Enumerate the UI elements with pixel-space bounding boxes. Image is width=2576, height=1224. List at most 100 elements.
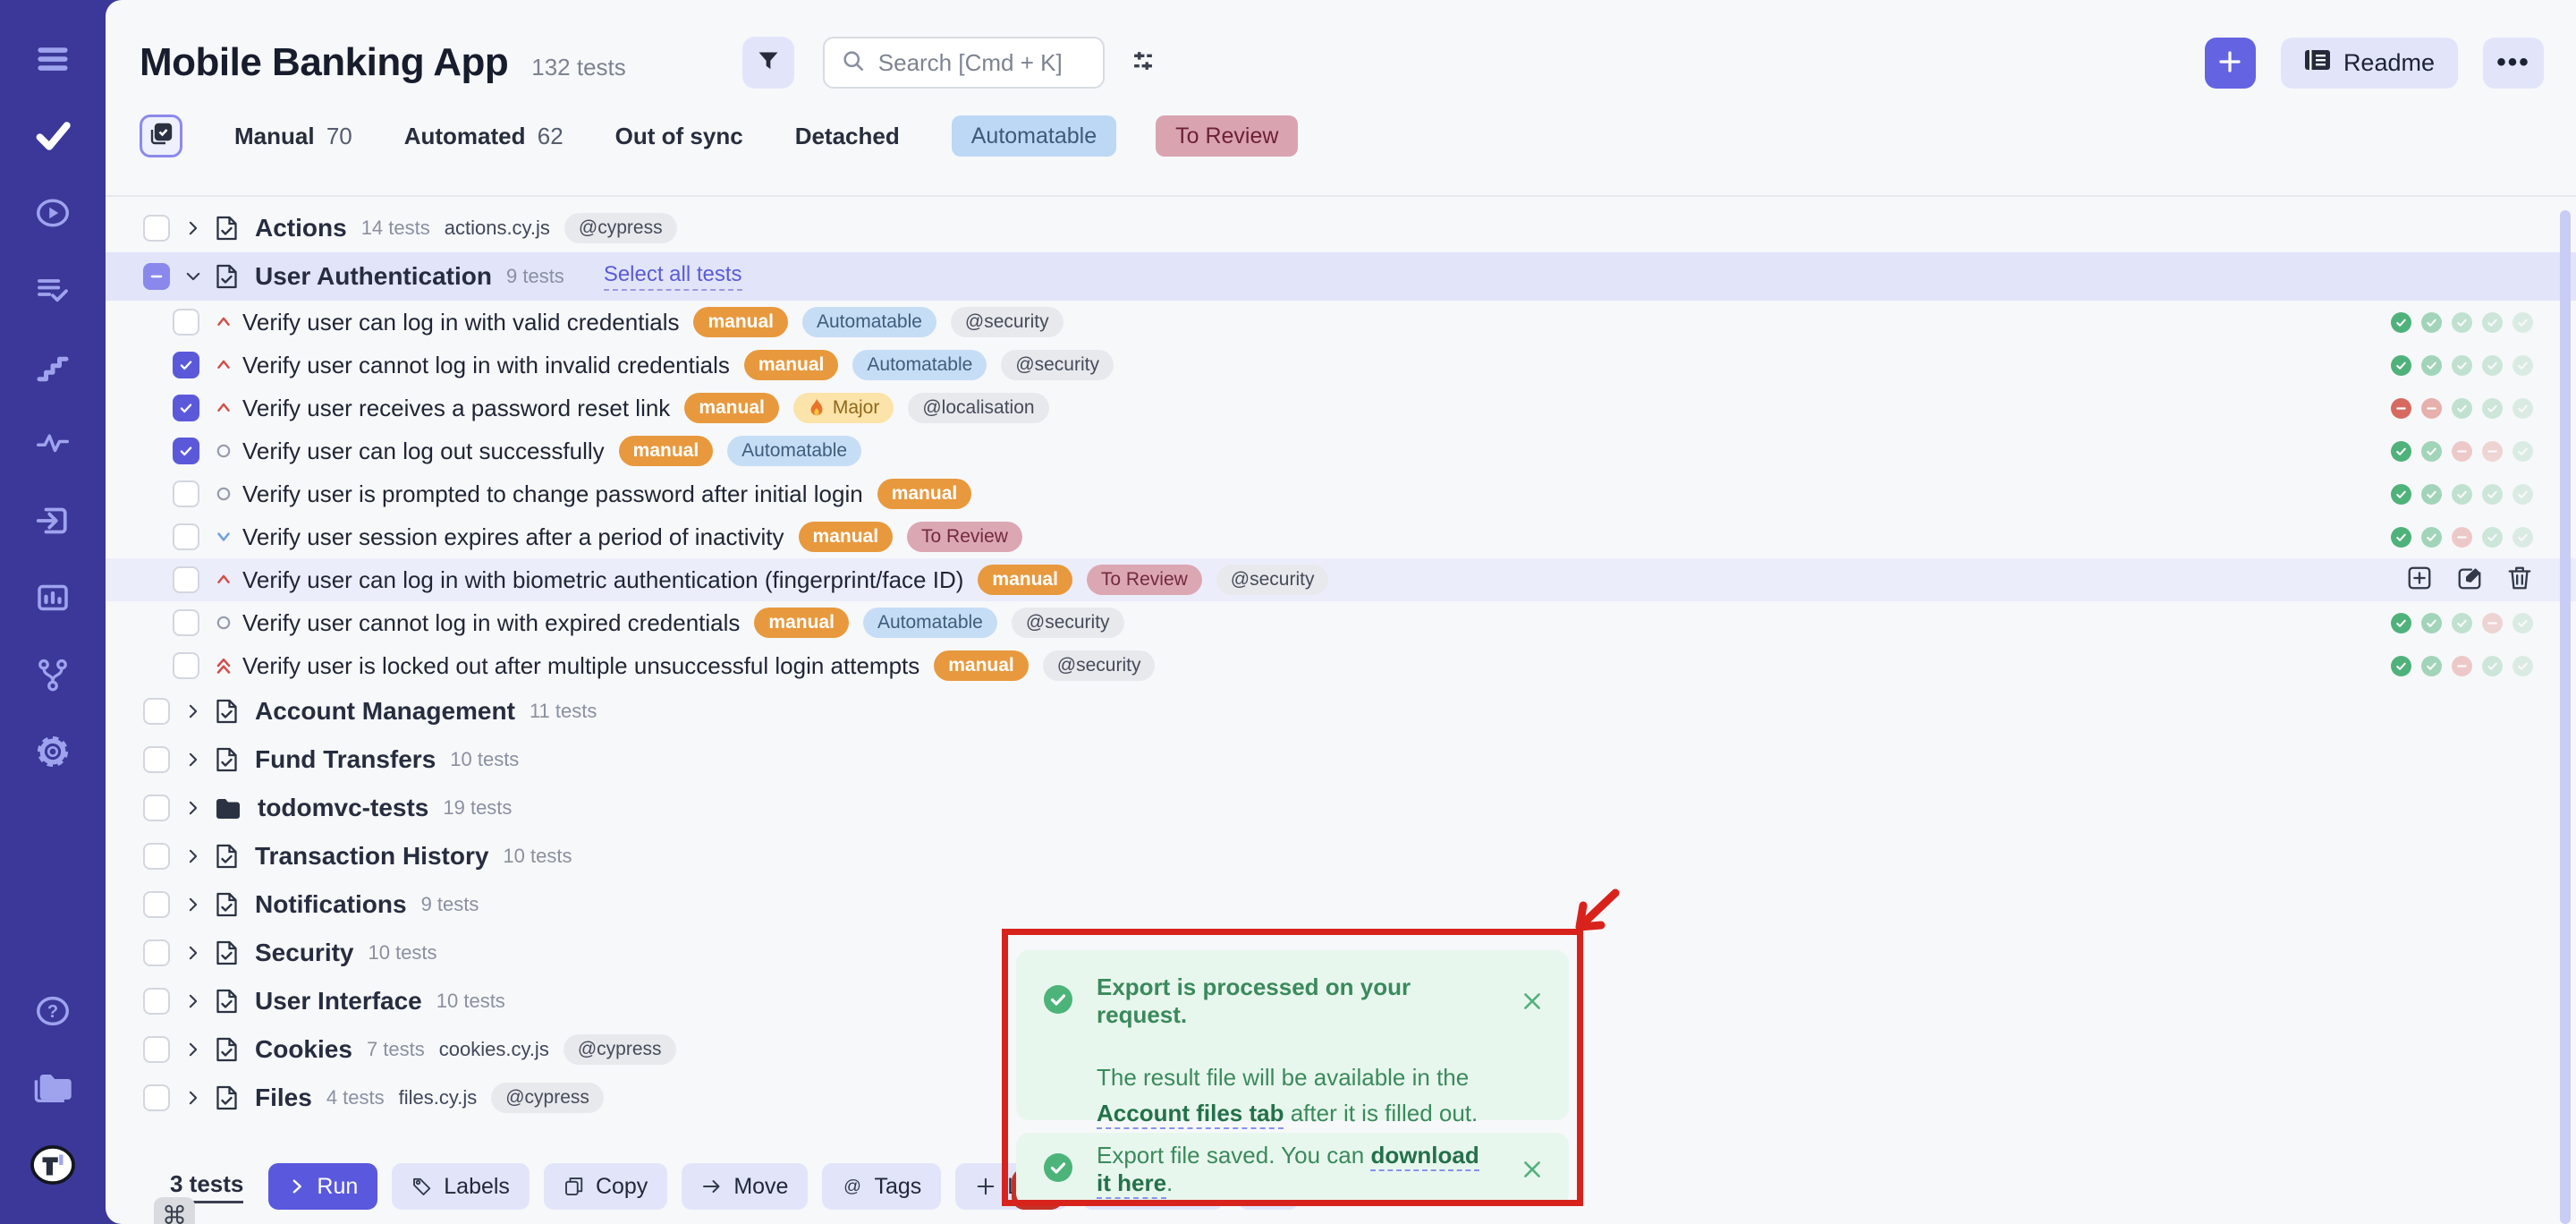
row-checkbox[interactable] <box>173 566 199 593</box>
chevron-right-icon[interactable] <box>184 992 202 1010</box>
move-button[interactable]: Move <box>682 1163 808 1210</box>
run-button[interactable]: Run <box>268 1163 377 1210</box>
row-checkbox[interactable] <box>173 523 199 550</box>
chevron-right-icon[interactable] <box>184 1041 202 1058</box>
sidebar-item-help[interactable]: ? <box>24 984 81 1038</box>
sidebar-item-test-cases[interactable] <box>24 109 81 163</box>
filter-button[interactable] <box>742 37 794 89</box>
filter-pill-review[interactable]: To Review <box>1156 115 1298 157</box>
suite-name[interactable]: todomvc-tests <box>258 794 428 822</box>
row-checkbox[interactable] <box>143 843 170 870</box>
row-checkbox[interactable] <box>173 309 199 336</box>
row-checkbox[interactable] <box>173 395 199 421</box>
row-checkbox[interactable] <box>143 746 170 773</box>
row-checkbox[interactable] <box>173 438 199 464</box>
tab-automated[interactable]: Automated 62 <box>404 123 564 149</box>
suite-row[interactable]: Fund Transfers10 tests <box>106 735 2576 784</box>
sidebar-item-reports[interactable] <box>24 571 81 625</box>
suite-name[interactable]: Transaction History <box>255 842 488 871</box>
suite-name[interactable]: User Authentication <box>255 262 492 291</box>
sidebar-item-menu[interactable] <box>24 32 81 86</box>
suite-row[interactable]: Transaction History10 tests <box>106 832 2576 880</box>
row-checkbox[interactable] <box>173 652 199 679</box>
readme-button[interactable]: Readme <box>2281 38 2458 89</box>
tab-manual[interactable]: Manual 70 <box>234 123 352 149</box>
suite-name[interactable]: Actions <box>255 214 347 242</box>
suite-row[interactable]: User Authentication9 testsSelect all tes… <box>106 252 2576 301</box>
test-row[interactable]: Verify user cannot log in with invalid c… <box>106 344 2576 387</box>
row-checkbox[interactable] <box>143 263 170 290</box>
test-title[interactable]: Verify user can log out successfully <box>242 438 605 465</box>
sliders-icon[interactable] <box>1128 46 1158 81</box>
account-files-tab-link[interactable]: Account files tab <box>1097 1100 1284 1129</box>
sidebar-item-test-runs[interactable] <box>24 186 81 240</box>
suite-name[interactable]: User Interface <box>255 987 422 1016</box>
suite-row[interactable]: Notifications9 tests <box>106 880 2576 929</box>
suite-name[interactable]: Cookies <box>255 1035 352 1064</box>
chevron-right-icon[interactable] <box>184 944 202 962</box>
test-title[interactable]: Verify user is locked out after multiple… <box>242 652 919 680</box>
tab-detached[interactable]: Detached <box>795 123 900 149</box>
delete-icon[interactable] <box>2506 565 2533 596</box>
select-all-tests-link[interactable]: Select all tests <box>604 262 742 291</box>
suite-name[interactable]: Files <box>255 1084 312 1112</box>
add-result-icon[interactable] <box>2406 565 2433 596</box>
add-button[interactable] <box>2205 38 2256 89</box>
row-checkbox[interactable] <box>173 480 199 507</box>
header-more-button[interactable]: ••• <box>2483 38 2544 89</box>
sidebar-item-defects[interactable] <box>24 417 81 471</box>
chevron-right-icon[interactable] <box>184 799 202 817</box>
test-title[interactable]: Verify user receives a password reset li… <box>242 395 670 422</box>
suite-name[interactable]: Fund Transfers <box>255 745 436 774</box>
chevron-right-icon[interactable] <box>184 219 202 237</box>
test-title[interactable]: Verify user cannot log in with invalid c… <box>242 352 730 379</box>
close-icon[interactable] <box>1521 990 1544 1013</box>
test-row[interactable]: Verify user can log in with valid creden… <box>106 301 2576 344</box>
search-input[interactable] <box>878 49 1087 77</box>
sidebar-item-imports[interactable] <box>24 494 81 548</box>
suite-row[interactable]: Account Management11 tests <box>106 687 2576 735</box>
test-title[interactable]: Verify user can log in with biometric au… <box>242 566 963 594</box>
test-row[interactable]: Verify user receives a password reset li… <box>106 387 2576 429</box>
suite-name[interactable]: Account Management <box>255 697 515 726</box>
chevron-right-icon[interactable] <box>184 751 202 769</box>
test-title[interactable]: Verify user can log in with valid creden… <box>242 309 679 336</box>
chevron-right-icon[interactable] <box>184 1089 202 1107</box>
test-row[interactable]: Verify user session expires after a peri… <box>106 515 2576 558</box>
row-checkbox[interactable] <box>173 352 199 378</box>
test-row[interactable]: Verify user can log out successfullymanu… <box>106 429 2576 472</box>
chevron-right-icon[interactable] <box>184 896 202 914</box>
select-all-button[interactable] <box>140 115 182 157</box>
test-row[interactable]: Verify user is prompted to change passwo… <box>106 472 2576 515</box>
filter-pill-automatable[interactable]: Automatable <box>952 115 1116 157</box>
row-checkbox[interactable] <box>143 939 170 966</box>
sidebar-item-test-plans[interactable] <box>24 263 81 317</box>
search-box[interactable] <box>823 37 1105 89</box>
sidebar-item-user-avatar[interactable] <box>24 1138 81 1192</box>
edit-icon[interactable] <box>2456 565 2483 596</box>
row-checkbox[interactable] <box>143 795 170 821</box>
sidebar-item-projects[interactable] <box>24 1061 81 1115</box>
row-checkbox[interactable] <box>143 891 170 918</box>
suite-row[interactable]: Actions14 testsactions.cy.js@cypress <box>106 204 2576 252</box>
tab-out-of-sync[interactable]: Out of sync <box>615 123 743 149</box>
row-checkbox[interactable] <box>143 215 170 242</box>
test-row[interactable]: Verify user can log in with biometric au… <box>106 558 2576 601</box>
tags-button[interactable]: @Tags <box>822 1163 941 1210</box>
chevron-right-icon[interactable] <box>184 702 202 720</box>
test-row[interactable]: Verify user is locked out after multiple… <box>106 644 2576 687</box>
row-checkbox[interactable] <box>143 1036 170 1063</box>
row-checkbox[interactable] <box>143 988 170 1015</box>
close-icon[interactable] <box>1521 1158 1544 1181</box>
suite-row[interactable]: todomvc-tests19 tests <box>106 784 2576 832</box>
test-title[interactable]: Verify user session expires after a peri… <box>242 523 784 551</box>
vertical-scrollbar[interactable] <box>2560 210 2571 1224</box>
sidebar-item-milestones[interactable] <box>24 340 81 394</box>
suite-name[interactable]: Security <box>255 939 354 967</box>
suite-name[interactable]: Notifications <box>255 890 407 919</box>
row-checkbox[interactable] <box>143 1084 170 1111</box>
chevron-right-icon[interactable] <box>184 847 202 865</box>
sidebar-item-settings[interactable] <box>24 725 81 778</box>
test-title[interactable]: Verify user is prompted to change passwo… <box>242 480 863 508</box>
chevron-down-icon[interactable] <box>184 268 202 285</box>
